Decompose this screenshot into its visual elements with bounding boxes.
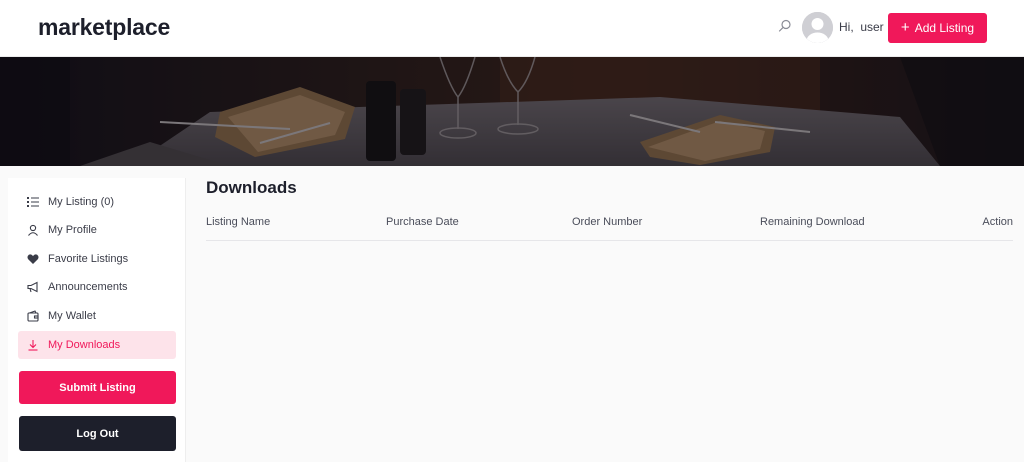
add-listing-button[interactable]: + Add Listing [888,13,987,43]
user-avatar[interactable] [802,12,833,43]
sidebar-item-announcements[interactable]: Announcements [18,273,176,301]
column-header-order-number: Order Number [572,216,643,228]
downloads-table-header: Listing Name Purchase Date Order Number … [206,214,1013,241]
heart-icon [27,253,39,265]
column-header-action: Action [982,216,1013,228]
column-header-listing-name: Listing Name [206,216,271,228]
megaphone-icon [27,281,39,293]
submit-listing-button[interactable]: Submit Listing [19,371,176,404]
user-icon [27,224,39,236]
restaurant-table-banner [0,57,1024,166]
sidebar-item-label: My Listing (0) [48,196,115,208]
site-logo[interactable]: marketplace [38,14,170,41]
wallet-icon [27,310,39,322]
column-header-remaining-download: Remaining Download [760,216,865,228]
sidebar-item-label: Favorite Listings [48,253,129,265]
sidebar-item-label: Announcements [48,281,128,293]
user-greeting[interactable]: Hi, user [839,20,884,34]
sidebar-item-my-profile[interactable]: My Profile [18,216,176,244]
sidebar-item-my-listing[interactable]: My Listing (0) [18,188,176,216]
sidebar-item-my-wallet[interactable]: My Wallet [18,302,176,330]
sidebar-item-label: My Profile [48,224,97,236]
page-title: Downloads [206,178,297,197]
dashboard-sidebar: My Listing (0) My Profile Favorite Listi… [8,178,186,462]
search-icon[interactable] [776,17,794,35]
list-icon [27,196,39,208]
download-icon [27,339,39,351]
add-listing-label: Add Listing [914,21,975,35]
column-header-purchase-date: Purchase Date [386,216,459,228]
sidebar-item-my-downloads[interactable]: My Downloads [18,331,176,359]
log-out-button[interactable]: Log Out [19,416,176,451]
sidebar-item-label: My Wallet [48,310,96,322]
sidebar-item-favorite-listings[interactable]: Favorite Listings [18,245,176,273]
sidebar-item-label: My Downloads [48,339,121,351]
top-header: marketplace Hi, user + Add Listing [0,0,1024,57]
plus-icon: + [900,19,910,36]
